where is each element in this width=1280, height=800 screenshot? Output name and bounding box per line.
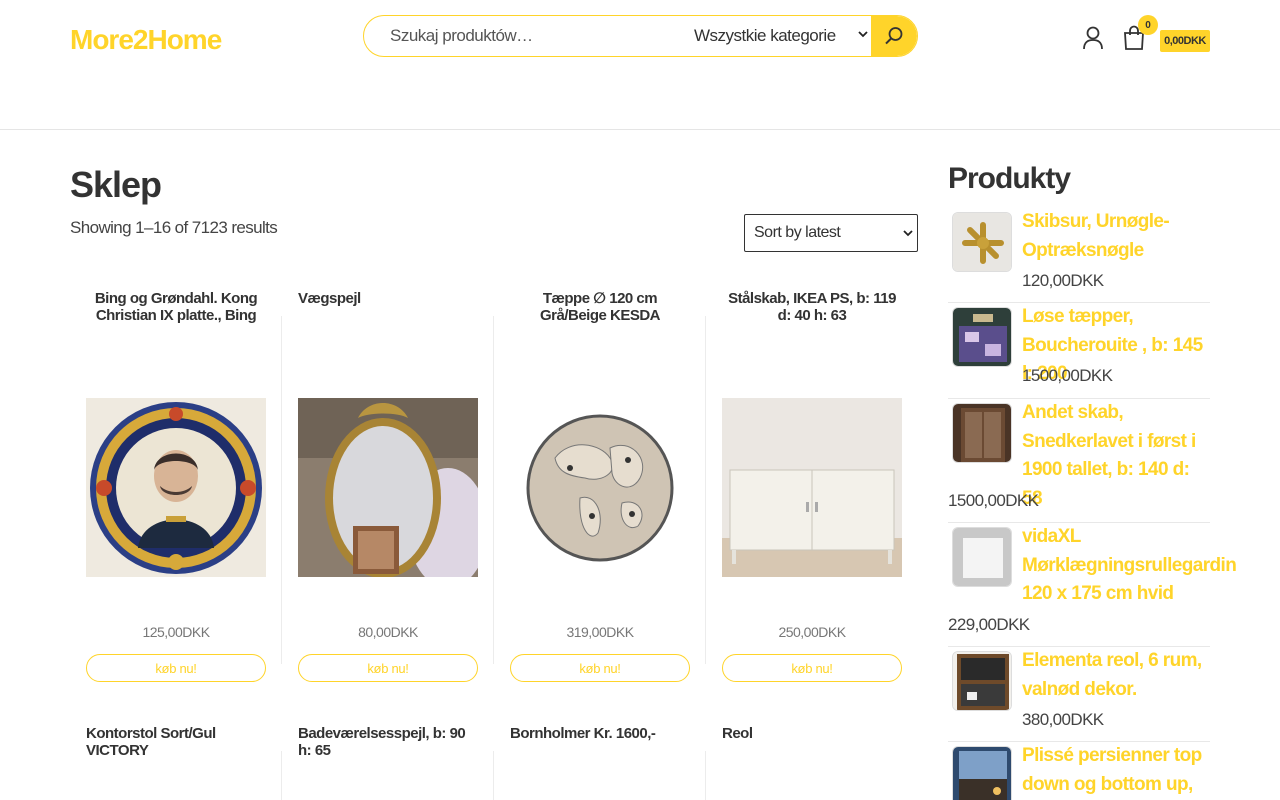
sidebar-title: Produkty [948, 162, 1071, 195]
product-title[interactable]: Stålskab, IKEA PS, b: 119 d: 40 h: 63 [722, 290, 902, 324]
divider [705, 751, 706, 800]
product-title[interactable]: Badeværelsesspejl, b: 90 h: 65 [298, 725, 478, 759]
category-select[interactable]: Wszystkie kategorie [694, 16, 872, 56]
user-account-icon[interactable] [1082, 26, 1104, 50]
sidebar-product[interactable]: Løse tæpper, Boucherouite , b: 145 l: 20… [948, 303, 1210, 399]
product-price: 80,00DKK [358, 624, 418, 640]
blinds-thumb[interactable] [952, 746, 1012, 800]
product-title[interactable]: Bornholmer Kr. 1600,- [510, 725, 690, 759]
sidebar-product[interactable]: vidaXL Mørklægningsrullegardin 120 x 175… [948, 523, 1237, 647]
search-form: Wszystkie kategorie [363, 15, 918, 57]
sidebar-product[interactable]: Plissé persienner top down og bottom up,… [948, 742, 1210, 800]
buy-now-button[interactable]: køb nu! [298, 654, 478, 682]
sort-select[interactable]: Sort by latest [744, 214, 918, 252]
rug-thumb[interactable] [952, 307, 1012, 367]
divider [705, 316, 706, 664]
chevron-down-icon [858, 31, 868, 38]
sidebar-product-price: 229,00DKK [948, 615, 1030, 634]
sidebar-product-name[interactable]: Andet skab, Snedkerlavet i først i 1900 … [1022, 399, 1212, 513]
divider [493, 751, 494, 800]
buy-now-button[interactable]: køb nu! [86, 654, 266, 682]
sidebar-product-price: 380,00DKK [1022, 710, 1104, 729]
divider [493, 316, 494, 664]
cart-count-badge: 0 [1138, 15, 1158, 35]
plate-image[interactable] [86, 398, 266, 577]
product-title[interactable]: Kontorstol Sort/Gul VICTORY [86, 725, 266, 759]
product-title[interactable]: Reol [722, 725, 902, 759]
divider [281, 751, 282, 800]
search-button[interactable] [871, 16, 917, 56]
sidebar-product[interactable]: Skibsur, Urnøgle-Optræksnøgle 120,00DKK [948, 208, 1210, 303]
sidebar-product-price: 1500,00DKK [1022, 366, 1113, 385]
cabinet-image[interactable] [722, 398, 902, 577]
shelf-thumb[interactable] [952, 651, 1012, 711]
cart-total[interactable]: 0,00DKK [1160, 30, 1210, 52]
product-title[interactable]: Bing og Grøndahl. Kong Christian IX plat… [86, 290, 266, 324]
sidebar-product[interactable]: Andet skab, Snedkerlavet i først i 1900 … [948, 399, 1210, 523]
sidebar-product-name[interactable]: Skibsur, Urnøgle-Optræksnøgle [1022, 208, 1212, 265]
sidebar-product-name[interactable]: Elementa reol, 6 rum, valnød dekor. [1022, 647, 1212, 704]
sidebar-product-name[interactable]: Plissé persienner top down og bottom up,… [1022, 742, 1212, 800]
site-logo[interactable]: More2Home [70, 24, 222, 56]
site-header: More2Home Wszystkie kategorie 0 0,00DKK [0, 0, 1280, 130]
blind-thumb[interactable] [952, 527, 1012, 587]
sidebar-product-price: 1500,00DKK [948, 491, 1039, 510]
chevron-down-icon [903, 230, 913, 237]
category-select-value: Wszystkie kategorie [694, 26, 836, 45]
page-title: Sklep [70, 164, 162, 205]
cabinet-thumb[interactable] [952, 403, 1012, 463]
product-title[interactable]: Vægspejl [298, 290, 478, 324]
sort-select-value: Sort by latest [754, 224, 841, 241]
sidebar-product[interactable]: Elementa reol, 6 rum, valnød dekor. 380,… [948, 647, 1210, 742]
sidebar-product-name[interactable]: vidaXL Mørklægningsrullegardin 120 x 175… [1022, 523, 1237, 609]
search-icon [885, 27, 903, 45]
product-price: 250,00DKK [778, 624, 846, 640]
product-price: 125,00DKK [142, 624, 210, 640]
result-count: Showing 1–16 of 7123 results [70, 218, 278, 237]
key-thumb[interactable] [952, 212, 1012, 272]
search-input[interactable] [364, 16, 684, 56]
mirror-image[interactable] [298, 398, 478, 577]
product-price: 319,00DKK [566, 624, 634, 640]
product-title[interactable]: Tæppe ∅ 120 cm Grå/Beige KESDA [510, 290, 690, 324]
rug-image[interactable] [510, 398, 690, 577]
buy-now-button[interactable]: køb nu! [510, 654, 690, 682]
sidebar-product-price: 120,00DKK [1022, 271, 1104, 290]
buy-now-button[interactable]: køb nu! [722, 654, 902, 682]
divider [281, 316, 282, 664]
